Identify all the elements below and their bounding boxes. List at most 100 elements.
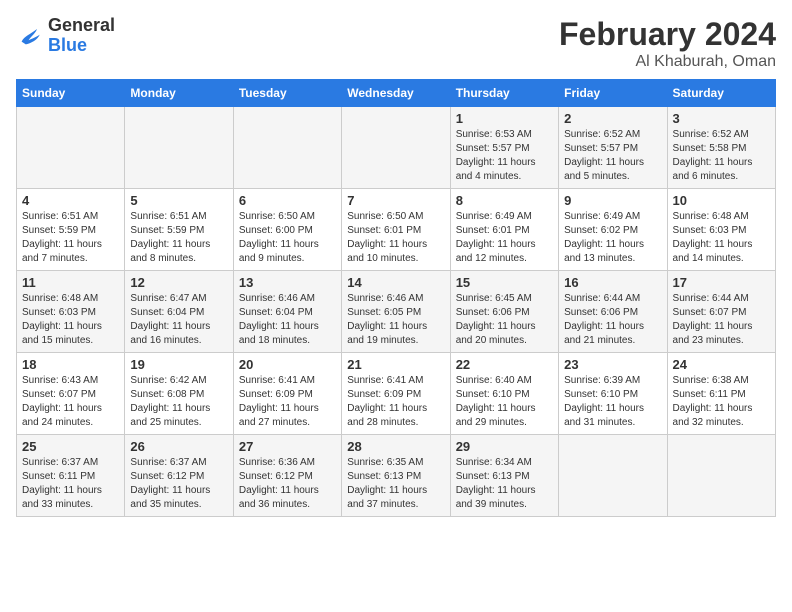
- col-header-thursday: Thursday: [450, 80, 558, 107]
- day-info: Sunrise: 6:47 AM Sunset: 6:04 PM Dayligh…: [130, 292, 227, 348]
- calendar-cell: 9 Sunrise: 6:49 AM Sunset: 6:02 PM Daylig…: [559, 189, 667, 271]
- title-block: February 2024 Al Khaburah, Oman: [559, 16, 776, 71]
- day-info: Sunrise: 6:41 AM Sunset: 6:09 PM Dayligh…: [347, 374, 444, 430]
- logo-icon: [16, 22, 44, 50]
- day-info: Sunrise: 6:49 AM Sunset: 6:02 PM Dayligh…: [564, 210, 661, 266]
- col-header-saturday: Saturday: [667, 80, 775, 107]
- calendar-cell: [667, 435, 775, 517]
- day-number: 19: [130, 357, 227, 372]
- page-header: GeneralBlue February 2024 Al Khaburah, O…: [16, 16, 776, 71]
- day-number: 8: [456, 193, 553, 208]
- day-number: 12: [130, 275, 227, 290]
- calendar-cell: 6 Sunrise: 6:50 AM Sunset: 6:00 PM Daylig…: [233, 189, 341, 271]
- day-info: Sunrise: 6:48 AM Sunset: 6:03 PM Dayligh…: [673, 210, 770, 266]
- col-header-sunday: Sunday: [17, 80, 125, 107]
- calendar-cell: 15 Sunrise: 6:45 AM Sunset: 6:06 PM Dayli…: [450, 271, 558, 353]
- day-info: Sunrise: 6:48 AM Sunset: 6:03 PM Dayligh…: [22, 292, 119, 348]
- calendar-cell: 8 Sunrise: 6:49 AM Sunset: 6:01 PM Daylig…: [450, 189, 558, 271]
- calendar-cell: 18Sunrise: 6:43 AM Sunset: 6:07 PM Dayli…: [17, 353, 125, 435]
- day-info: Sunrise: 6:52 AM Sunset: 5:57 PM Dayligh…: [564, 128, 661, 184]
- day-info: Sunrise: 6:46 AM Sunset: 6:04 PM Dayligh…: [239, 292, 336, 348]
- calendar-cell: [17, 107, 125, 189]
- day-info: Sunrise: 6:50 AM Sunset: 6:01 PM Dayligh…: [347, 210, 444, 266]
- calendar-cell: 5 Sunrise: 6:51 AM Sunset: 5:59 PM Daylig…: [125, 189, 233, 271]
- header-row: SundayMondayTuesdayWednesdayThursdayFrid…: [17, 80, 776, 107]
- calendar-cell: 22Sunrise: 6:40 AM Sunset: 6:10 PM Dayli…: [450, 353, 558, 435]
- day-number: 26: [130, 439, 227, 454]
- calendar-cell: 29 Sunrise: 6:34 AM Sunset: 6:13 PM Dayli…: [450, 435, 558, 517]
- calendar-cell: 2 Sunrise: 6:52 AM Sunset: 5:57 PM Daylig…: [559, 107, 667, 189]
- day-info: Sunrise: 6:36 AM Sunset: 6:12 PM Dayligh…: [239, 456, 336, 512]
- day-number: 3: [673, 111, 770, 126]
- day-info: Sunrise: 6:46 AM Sunset: 6:05 PM Dayligh…: [347, 292, 444, 348]
- day-number: 28: [347, 439, 444, 454]
- col-header-friday: Friday: [559, 80, 667, 107]
- day-number: 13: [239, 275, 336, 290]
- day-number: 4: [22, 193, 119, 208]
- day-info: Sunrise: 6:51 AM Sunset: 5:59 PM Dayligh…: [22, 210, 119, 266]
- calendar-cell: 17Sunrise: 6:44 AM Sunset: 6:07 PM Dayli…: [667, 271, 775, 353]
- calendar-cell: [233, 107, 341, 189]
- calendar-cell: 1 Sunrise: 6:53 AM Sunset: 5:57 PM Daylig…: [450, 107, 558, 189]
- location-title: Al Khaburah, Oman: [559, 53, 776, 71]
- day-number: 29: [456, 439, 553, 454]
- day-info: Sunrise: 6:37 AM Sunset: 6:12 PM Dayligh…: [130, 456, 227, 512]
- day-number: 27: [239, 439, 336, 454]
- calendar-cell: 26 Sunrise: 6:37 AM Sunset: 6:12 PM Dayli…: [125, 435, 233, 517]
- calendar-cell: [342, 107, 450, 189]
- day-info: Sunrise: 6:41 AM Sunset: 6:09 PM Dayligh…: [239, 374, 336, 430]
- day-info: Sunrise: 6:34 AM Sunset: 6:13 PM Dayligh…: [456, 456, 553, 512]
- day-number: 22: [456, 357, 553, 372]
- day-info: Sunrise: 6:50 AM Sunset: 6:00 PM Dayligh…: [239, 210, 336, 266]
- calendar-cell: 16Sunrise: 6:44 AM Sunset: 6:06 PM Dayli…: [559, 271, 667, 353]
- day-number: 1: [456, 111, 553, 126]
- calendar-cell: 28 Sunrise: 6:35 AM Sunset: 6:13 PM Dayli…: [342, 435, 450, 517]
- day-info: Sunrise: 6:37 AM Sunset: 6:11 PM Dayligh…: [22, 456, 119, 512]
- week-row-1: 1 Sunrise: 6:53 AM Sunset: 5:57 PM Daylig…: [17, 107, 776, 189]
- day-info: Sunrise: 6:53 AM Sunset: 5:57 PM Dayligh…: [456, 128, 553, 184]
- day-number: 2: [564, 111, 661, 126]
- day-number: 20: [239, 357, 336, 372]
- week-row-4: 18Sunrise: 6:43 AM Sunset: 6:07 PM Dayli…: [17, 353, 776, 435]
- logo: GeneralBlue: [16, 16, 115, 56]
- calendar-cell: [125, 107, 233, 189]
- day-number: 11: [22, 275, 119, 290]
- day-info: Sunrise: 6:49 AM Sunset: 6:01 PM Dayligh…: [456, 210, 553, 266]
- col-header-monday: Monday: [125, 80, 233, 107]
- day-number: 23: [564, 357, 661, 372]
- day-number: 16: [564, 275, 661, 290]
- calendar-cell: 4 Sunrise: 6:51 AM Sunset: 5:59 PM Daylig…: [17, 189, 125, 271]
- calendar-cell: 7 Sunrise: 6:50 AM Sunset: 6:01 PM Daylig…: [342, 189, 450, 271]
- day-info: Sunrise: 6:45 AM Sunset: 6:06 PM Dayligh…: [456, 292, 553, 348]
- day-number: 7: [347, 193, 444, 208]
- calendar-cell: 13 Sunrise: 6:46 AM Sunset: 6:04 PM Dayli…: [233, 271, 341, 353]
- day-number: 17: [673, 275, 770, 290]
- calendar-cell: 24Sunrise: 6:38 AM Sunset: 6:11 PM Dayli…: [667, 353, 775, 435]
- col-header-wednesday: Wednesday: [342, 80, 450, 107]
- logo-text: GeneralBlue: [48, 16, 115, 56]
- day-number: 5: [130, 193, 227, 208]
- day-info: Sunrise: 6:38 AM Sunset: 6:11 PM Dayligh…: [673, 374, 770, 430]
- calendar-cell: 14 Sunrise: 6:46 AM Sunset: 6:05 PM Dayli…: [342, 271, 450, 353]
- calendar-cell: 10Sunrise: 6:48 AM Sunset: 6:03 PM Dayli…: [667, 189, 775, 271]
- calendar-table: SundayMondayTuesdayWednesdayThursdayFrid…: [16, 79, 776, 517]
- day-number: 21: [347, 357, 444, 372]
- calendar-cell: [559, 435, 667, 517]
- day-number: 9: [564, 193, 661, 208]
- day-number: 14: [347, 275, 444, 290]
- day-info: Sunrise: 6:52 AM Sunset: 5:58 PM Dayligh…: [673, 128, 770, 184]
- calendar-cell: 20 Sunrise: 6:41 AM Sunset: 6:09 PM Dayli…: [233, 353, 341, 435]
- calendar-cell: 11 Sunrise: 6:48 AM Sunset: 6:03 PM Dayli…: [17, 271, 125, 353]
- day-number: 25: [22, 439, 119, 454]
- calendar-cell: 27 Sunrise: 6:36 AM Sunset: 6:12 PM Dayli…: [233, 435, 341, 517]
- month-title: February 2024: [559, 16, 776, 53]
- calendar-cell: 21 Sunrise: 6:41 AM Sunset: 6:09 PM Dayli…: [342, 353, 450, 435]
- calendar-cell: 19Sunrise: 6:42 AM Sunset: 6:08 PM Dayli…: [125, 353, 233, 435]
- calendar-cell: 3 Sunrise: 6:52 AM Sunset: 5:58 PM Daylig…: [667, 107, 775, 189]
- day-info: Sunrise: 6:51 AM Sunset: 5:59 PM Dayligh…: [130, 210, 227, 266]
- day-number: 6: [239, 193, 336, 208]
- day-info: Sunrise: 6:35 AM Sunset: 6:13 PM Dayligh…: [347, 456, 444, 512]
- calendar-cell: 12 Sunrise: 6:47 AM Sunset: 6:04 PM Dayli…: [125, 271, 233, 353]
- week-row-2: 4 Sunrise: 6:51 AM Sunset: 5:59 PM Daylig…: [17, 189, 776, 271]
- day-number: 15: [456, 275, 553, 290]
